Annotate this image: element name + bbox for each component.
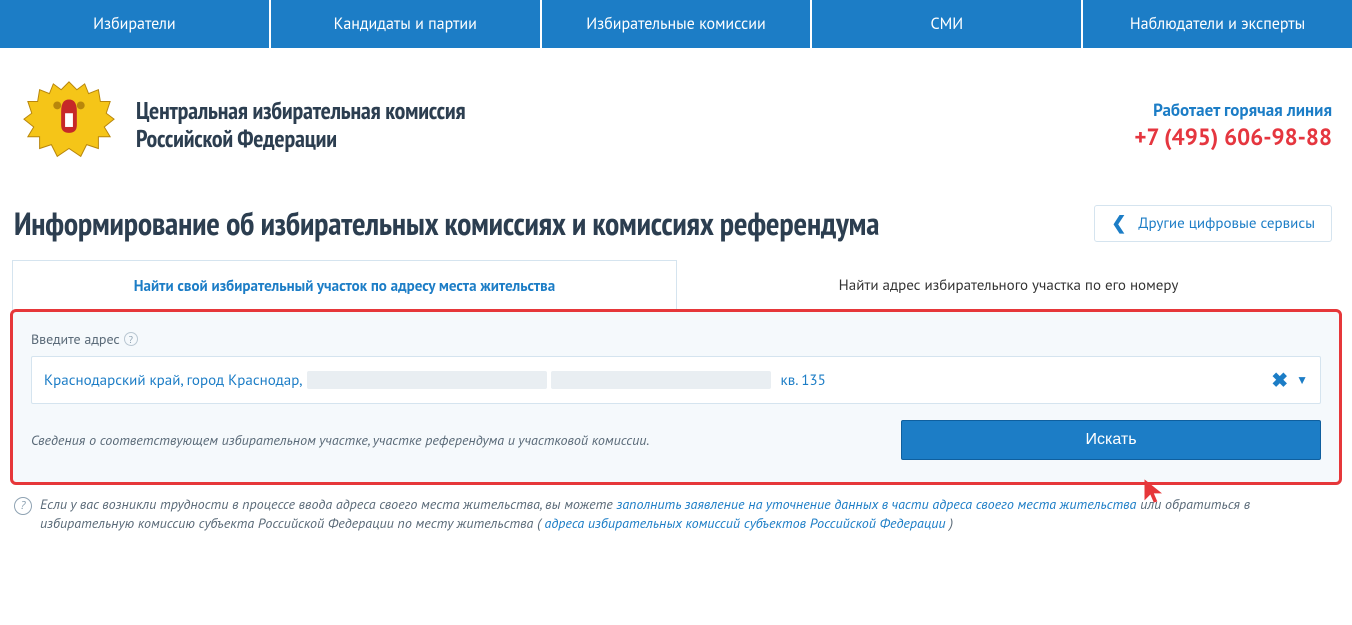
help-icon[interactable]: ? (124, 332, 138, 346)
address-tools: ✖ ▼ (1271, 367, 1308, 393)
page-title-row: Информирование об избирательных комиссия… (0, 196, 1352, 260)
nav-candidates[interactable]: Кандидаты и партии (271, 0, 542, 48)
nav-media[interactable]: СМИ (812, 0, 1083, 48)
address-suffix: кв. 135 (781, 371, 826, 390)
address-redacted-2 (551, 371, 771, 389)
clear-icon[interactable]: ✖ (1271, 367, 1288, 393)
address-input[interactable]: Краснодарский край, город Краснодар, кв.… (31, 356, 1321, 404)
site-header: Центральная избирательная комиссия Росси… (0, 48, 1352, 196)
panel-description: Сведения о соответствующем избирательном… (31, 431, 649, 449)
search-button[interactable]: Искать (901, 420, 1321, 460)
nav-voters[interactable]: Избиратели (0, 0, 271, 48)
org-title-line2: Российской Федерации (136, 125, 465, 153)
footer-link-addresses[interactable]: адреса избирательных комиссий субъектов … (545, 514, 946, 532)
search-panel: Введите адрес ? Краснодарский край, горо… (12, 312, 1340, 483)
hotline: Работает горячая линия +7 (495) 606-98-8… (1134, 99, 1332, 152)
address-redacted-1 (307, 371, 547, 389)
org-title: Центральная избирательная комиссия Росси… (136, 97, 465, 152)
hotline-label: Работает горячая линия (1134, 99, 1332, 121)
address-value: Краснодарский край, город Краснодар, кв.… (44, 371, 1271, 390)
desc-row: Сведения о соответствующем избирательном… (31, 420, 1321, 460)
help-icon: ? (14, 497, 32, 515)
footer-text: Если у вас возникли трудности в процессе… (40, 495, 1338, 533)
tabs: Найти свой избирательный участок по адре… (12, 260, 1340, 312)
address-label-text: Введите адрес (31, 330, 120, 348)
hotline-phone[interactable]: +7 (495) 606-98-88 (1134, 123, 1332, 152)
russia-coat-of-arms-icon (20, 76, 118, 174)
other-services-button[interactable]: ❮ Другие цифровые сервисы (1094, 205, 1332, 242)
top-nav: Избиратели Кандидаты и партии Избиратель… (0, 0, 1352, 48)
org-title-line1: Центральная избирательная комиссия (136, 97, 465, 125)
address-prefix: Краснодарский край, город Краснодар, (44, 371, 303, 390)
footer-note: ? Если у вас возникли трудности в процес… (0, 483, 1352, 551)
footer-part3: ) (949, 514, 953, 532)
footer-part1: Если у вас возникли трудности в процессе… (40, 495, 617, 513)
nav-commissions[interactable]: Избирательные комиссии (542, 0, 813, 48)
tab-find-by-address[interactable]: Найти свой избирательный участок по адре… (12, 260, 677, 312)
tab-find-by-number[interactable]: Найти адрес избирательного участка по ег… (677, 260, 1340, 312)
nav-observers[interactable]: Наблюдатели и эксперты (1083, 0, 1352, 48)
page-title: Информирование об избирательных комиссия… (14, 202, 879, 244)
footer-link-application[interactable]: заполнить заявление на уточнение данных … (617, 495, 1137, 513)
dropdown-caret-icon[interactable]: ▼ (1296, 373, 1308, 388)
logo-block: Центральная избирательная комиссия Росси… (20, 76, 465, 174)
address-label: Введите адрес ? (31, 330, 1321, 348)
chevron-left-icon: ❮ (1111, 214, 1126, 232)
other-services-label: Другие цифровые сервисы (1138, 214, 1315, 233)
